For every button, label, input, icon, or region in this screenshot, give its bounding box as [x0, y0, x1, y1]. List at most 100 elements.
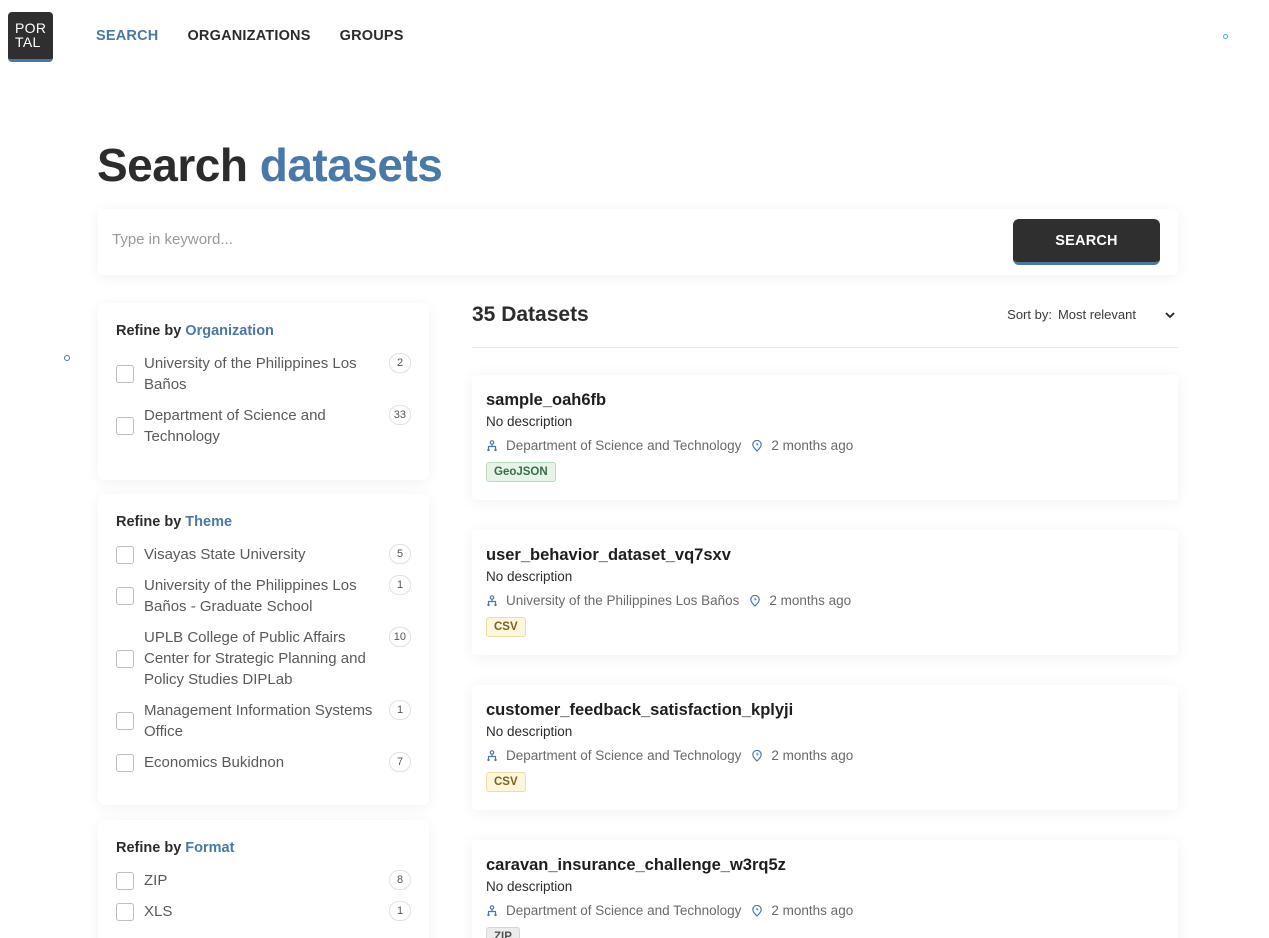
filter-panel-organization: Refine by Organization University of the…	[98, 303, 429, 480]
dataset-time: 2 months ago	[771, 748, 854, 763]
dataset-name[interactable]: user_behavior_dataset_vq7sxv	[486, 546, 1164, 565]
dataset-description: No description	[486, 569, 573, 584]
dataset-card[interactable]: sample_oah6fb No description Department …	[472, 375, 1178, 500]
filter-option-label: Department of Science and Technology	[144, 407, 326, 445]
dataset-time: 2 months ago	[771, 903, 854, 918]
filter-option-label: University of the Philippines Los Baños	[144, 355, 357, 393]
location-clock-icon	[752, 749, 763, 762]
dataset-meta: Department of Science and Technology 2 m…	[486, 903, 1164, 918]
filter-count-badge: 1	[389, 901, 411, 921]
filter-option[interactable]: ZIP 8	[116, 870, 411, 891]
filter-option[interactable]: UPLB College of Public Affairs Center fo…	[116, 627, 411, 690]
filter-count-badge: 10	[388, 627, 411, 647]
filter-count-badge: 2	[389, 353, 411, 373]
page-title-main: Search	[97, 139, 260, 191]
checkbox[interactable]	[116, 545, 134, 564]
filter-option-label: UPLB College of Public Affairs Center fo…	[144, 629, 366, 688]
checkbox[interactable]	[116, 753, 134, 772]
loading-dot-icon	[1223, 34, 1228, 39]
filter-count-badge: 7	[389, 752, 411, 772]
format-badge: GeoJSON	[486, 462, 556, 482]
dataset-description: No description	[486, 724, 573, 739]
filter-title-organization: Refine by Organization	[116, 323, 411, 339]
checkbox[interactable]	[116, 587, 134, 605]
sort-select[interactable]: Most relevant	[1058, 307, 1176, 322]
filter-option[interactable]: University of the Philippines Los Baños …	[116, 575, 411, 617]
filter-title-prefix: Refine by	[116, 514, 186, 530]
checkbox[interactable]	[116, 712, 134, 730]
filter-option[interactable]: University of the Philippines Los Baños …	[116, 353, 411, 395]
results-header: 35 Datasets Sort by: Most relevant	[472, 302, 1178, 348]
sort-value: Most relevant	[1057, 307, 1136, 322]
results-count: 35 Datasets	[472, 303, 589, 326]
format-badge: ZIP	[486, 927, 520, 938]
portal-logo[interactable]: POR TAL	[8, 12, 53, 62]
organization-icon	[487, 594, 497, 606]
dataset-meta: Department of Science and Technology 2 m…	[486, 748, 1164, 763]
logo-line-1: POR	[15, 20, 47, 36]
dataset-name[interactable]: sample_oah6fb	[486, 391, 1164, 410]
filter-option[interactable]: Economics Bukidnon 7	[116, 752, 411, 773]
filter-panel-theme: Refine by Theme Visayas State University…	[98, 494, 429, 805]
filter-count-badge: 5	[389, 544, 411, 564]
filter-option-label: Management Information Systems Office	[144, 702, 373, 740]
nav-groups[interactable]: GROUPS	[340, 28, 404, 44]
filter-option-label: University of the Philippines Los Baños …	[144, 577, 357, 615]
page-title: Search datasets	[97, 138, 443, 192]
filter-title-label: Format	[185, 840, 235, 856]
filter-option-label: XLS	[144, 903, 173, 920]
dataset-organization[interactable]: Department of Science and Technology	[506, 903, 741, 918]
dataset-description: No description	[486, 879, 573, 894]
filter-count-badge: 1	[389, 700, 411, 720]
format-badge: CSV	[486, 617, 526, 637]
checkbox[interactable]	[116, 417, 134, 435]
filter-option[interactable]: Department of Science and Technology 33	[116, 405, 411, 447]
filter-title-label: Organization	[185, 323, 274, 339]
location-clock-icon	[750, 594, 761, 607]
filter-option-label: Economics Bukidnon	[144, 754, 285, 771]
filter-count-badge: 1	[389, 575, 411, 595]
search-input[interactable]	[112, 231, 992, 248]
main-nav: SEARCH ORGANIZATIONS GROUPS	[96, 28, 404, 44]
logo-line-2: TAL	[15, 34, 41, 50]
organization-icon	[487, 439, 497, 451]
filter-option[interactable]: XLS 1	[116, 901, 411, 922]
decorative-dot-icon	[64, 355, 70, 361]
dataset-organization[interactable]: Department of Science and Technology	[506, 438, 741, 453]
checkbox[interactable]	[116, 365, 134, 383]
nav-search[interactable]: SEARCH	[96, 28, 158, 44]
filter-option[interactable]: Management Information Systems Office 1	[116, 700, 411, 742]
filter-title-prefix: Refine by	[116, 840, 186, 856]
dataset-card[interactable]: customer_feedback_satisfaction_kplyji No…	[472, 685, 1178, 810]
filter-count-badge: 33	[388, 405, 411, 425]
sort-label: Sort by:	[1007, 307, 1052, 322]
filter-option[interactable]: Visayas State University 5	[116, 544, 411, 565]
dataset-card[interactable]: user_behavior_dataset_vq7sxv No descript…	[472, 530, 1178, 655]
dataset-card[interactable]: caravan_insurance_challenge_w3rq5z No de…	[472, 840, 1178, 938]
dataset-time: 2 months ago	[771, 438, 854, 453]
dataset-organization[interactable]: University of the Philippines Los Baños	[506, 593, 739, 608]
dataset-name[interactable]: caravan_insurance_challenge_w3rq5z	[486, 856, 1164, 875]
format-badge: CSV	[486, 772, 526, 792]
page-title-accent: datasets	[259, 139, 443, 191]
organization-icon	[487, 904, 497, 916]
search-bar: SEARCH	[98, 209, 1178, 275]
filter-option-label: ZIP	[144, 872, 168, 889]
filter-panel-format: Refine by Format ZIP 8 XLS 1	[98, 820, 429, 938]
nav-organizations[interactable]: ORGANIZATIONS	[187, 28, 310, 44]
checkbox[interactable]	[116, 902, 134, 921]
checkbox[interactable]	[116, 871, 134, 890]
location-clock-icon	[752, 439, 763, 452]
organization-icon	[487, 749, 497, 761]
filter-title-prefix: Refine by	[116, 323, 186, 339]
checkbox[interactable]	[116, 649, 134, 668]
chevron-down-icon	[1165, 311, 1175, 318]
dataset-organization[interactable]: Department of Science and Technology	[506, 748, 741, 763]
filter-title-theme: Refine by Theme	[116, 514, 411, 530]
sort-control[interactable]: Sort by: Most relevant	[1007, 307, 1176, 322]
dataset-description: No description	[486, 414, 573, 429]
filter-count-badge: 8	[389, 870, 411, 890]
dataset-meta: University of the Philippines Los Baños …	[486, 593, 1164, 608]
dataset-name[interactable]: customer_feedback_satisfaction_kplyji	[486, 701, 1164, 720]
search-button[interactable]: SEARCH	[1013, 219, 1160, 265]
